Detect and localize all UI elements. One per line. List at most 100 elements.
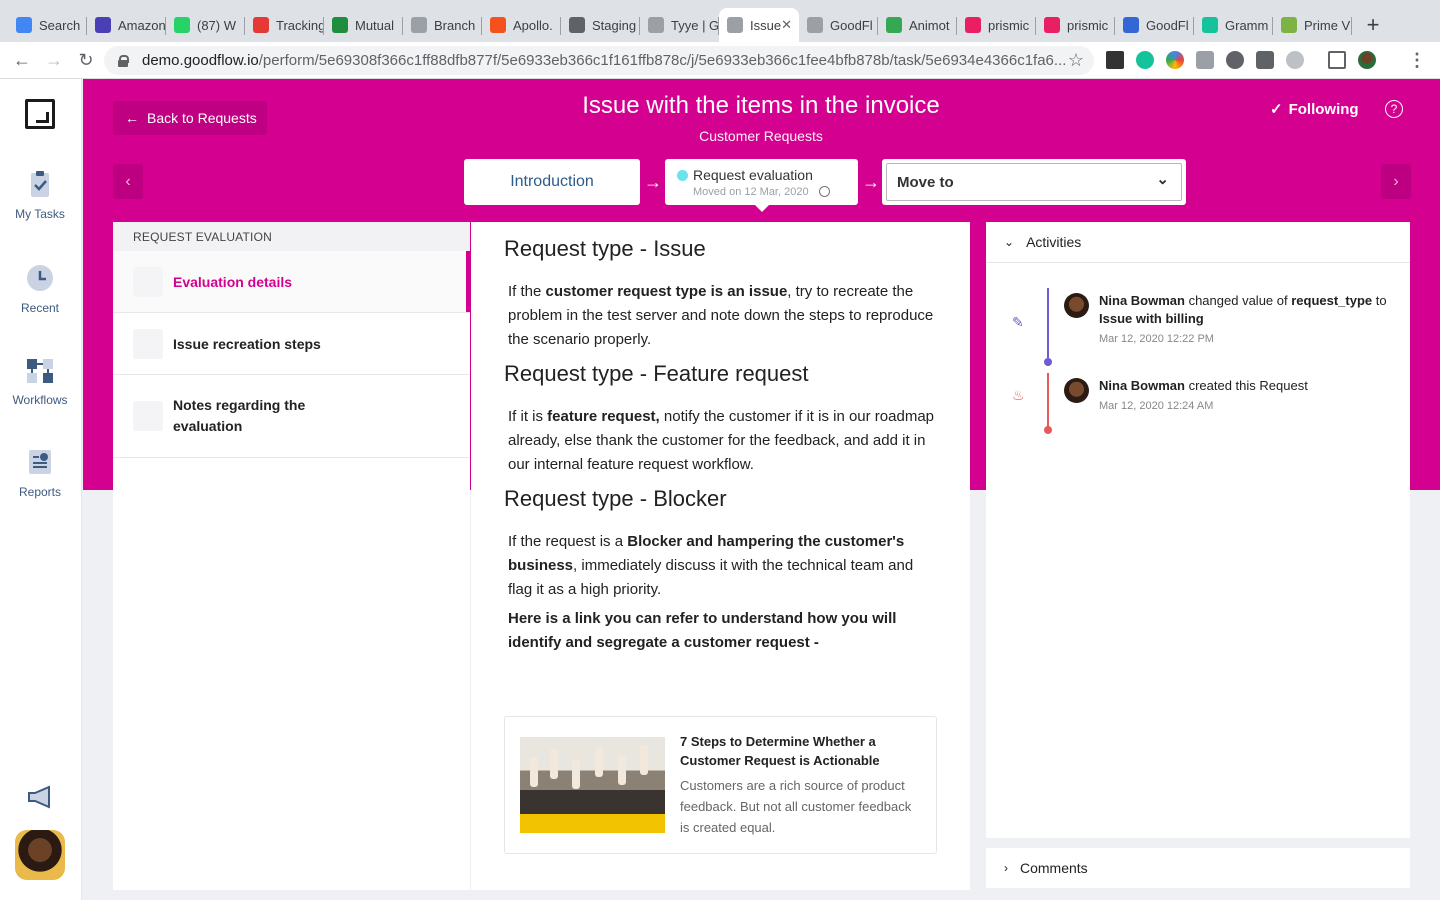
sidebar-item-label: My Tasks [15, 207, 65, 221]
following-label: Following [1288, 100, 1359, 118]
previous-stage-button[interactable]: ‹ [113, 164, 143, 199]
check-icon: ✓ [1270, 101, 1283, 118]
stage-current: Request evaluation Moved on 12 Mar, 2020 [665, 159, 858, 212]
browser-tab-strip: Search Amazon (87) W Tracking Mutual Branch Ap… [0, 0, 1440, 42]
reload-icon[interactable]: ↻ [70, 45, 102, 75]
timeline-dot [1044, 358, 1052, 366]
extension-icon[interactable] [1256, 51, 1274, 69]
browser-tab[interactable]: Staging [561, 8, 640, 42]
following-button[interactable]: ✓ Following [1270, 100, 1359, 119]
reading-list-icon[interactable] [1328, 51, 1346, 69]
browser-tab[interactable]: prismic [1036, 8, 1115, 42]
browser-tab[interactable]: Animot [878, 8, 957, 42]
step-checkbox[interactable] [133, 266, 163, 297]
extension-icon[interactable] [1196, 51, 1214, 69]
browser-tab[interactable]: Issue ✕ [719, 8, 799, 42]
extension-icon[interactable] [1286, 51, 1304, 69]
tab-favicon-icon [1123, 17, 1139, 33]
section-paragraph: Here is a link you can refer to understa… [508, 610, 897, 651]
profile-avatar-icon[interactable] [1358, 51, 1376, 69]
help-icon[interactable]: ? [1385, 100, 1403, 118]
step-notes-evaluation[interactable]: Notes regarding the evaluation [113, 375, 470, 458]
new-tab-button[interactable]: + [1358, 8, 1388, 42]
tab-title: prismic [988, 17, 1030, 33]
browser-tab[interactable]: Apollo. [482, 8, 561, 42]
sidebar-item-label: Reports [18, 485, 62, 499]
browser-tab[interactable]: Search [8, 8, 87, 42]
tab-title: Tyye | G [671, 17, 719, 33]
sidebar-item-reports[interactable]: Reports [0, 447, 80, 499]
back-arrow-icon[interactable]: ← [6, 45, 38, 75]
extension-icon[interactable] [1106, 51, 1124, 69]
browser-menu-icon[interactable]: ⋮ [1408, 50, 1426, 71]
megaphone-icon[interactable] [26, 785, 54, 809]
next-stage-button[interactable]: › [1381, 164, 1411, 199]
step-checkbox[interactable] [133, 328, 163, 359]
forward-arrow-icon[interactable]: → [38, 45, 70, 75]
step-label: Notes regarding the evaluation [173, 397, 306, 434]
stage-introduction[interactable]: Introduction [464, 159, 640, 205]
activities-header[interactable]: ⌄ Activities [986, 222, 1410, 263]
browser-tab[interactable]: Mutual [324, 8, 403, 42]
lock-icon [118, 54, 129, 67]
browser-tab[interactable]: Tyye | G [640, 8, 719, 42]
link-thumbnail-image [520, 737, 665, 833]
section-heading: Request type - Feature request [504, 361, 809, 386]
tab-title: Prime V [1304, 17, 1351, 33]
tab-favicon-icon [886, 17, 902, 33]
url-host: demo.goodflow.io [142, 52, 259, 69]
comments-panel[interactable]: › Comments [986, 848, 1410, 888]
workflow-icon [25, 355, 55, 385]
step-issue-recreation[interactable]: Issue recreation steps [113, 313, 470, 375]
tab-favicon-icon [1202, 17, 1218, 33]
tab-title: Branch [434, 17, 476, 33]
avatar [1064, 293, 1089, 318]
tab-title: Apollo. [513, 17, 553, 33]
step-evaluation-details[interactable]: Evaluation details [113, 251, 470, 313]
browser-tab[interactable]: Prime V [1273, 8, 1352, 42]
goodflow-logo[interactable] [25, 99, 55, 129]
activities-title: Activities [1026, 234, 1082, 250]
browser-tab[interactable]: prismic [957, 8, 1036, 42]
sidebar-item-label: Recent [20, 301, 60, 315]
activities-panel: ⌄ Activities ✎ Nina Bowman changed value… [986, 222, 1410, 838]
arrow-right-icon: → [862, 172, 880, 192]
tab-favicon-icon [490, 17, 506, 33]
extension-icon[interactable] [1166, 51, 1184, 69]
browser-tab[interactable]: Gramm [1194, 8, 1273, 42]
move-to-select[interactable]: Move to ⌄ [882, 159, 1186, 205]
tab-favicon-icon [411, 17, 427, 33]
tab-title: prismic [1067, 17, 1109, 33]
grammarly-icon[interactable] [1136, 51, 1154, 69]
sidebar-item-workflows[interactable]: Workflows [0, 355, 80, 407]
browser-tab[interactable]: Branch [403, 8, 482, 42]
bookmark-star-icon[interactable]: ☆ [1068, 50, 1084, 71]
pencil-icon: ✎ [1012, 314, 1024, 330]
sidebar-item-recent[interactable]: Recent [0, 263, 80, 315]
tab-favicon-icon [965, 17, 981, 33]
tab-title: Tracking [276, 17, 324, 33]
sidebar-item-my-tasks[interactable]: My Tasks [0, 169, 80, 221]
back-to-requests-button[interactable]: ← Back to Requests [113, 101, 267, 135]
user-avatar[interactable] [15, 830, 65, 880]
browser-tab[interactable]: Tracking [245, 8, 324, 42]
activity-timestamp: Mar 12, 2020 12:22 PM [1099, 333, 1214, 345]
activity-text: Nina Bowman created this Request [1099, 378, 1308, 393]
steps-header: REQUEST EVALUATION [113, 222, 470, 251]
tab-title: GoodFl [830, 17, 873, 33]
browser-tab[interactable]: (87) W [166, 8, 245, 42]
content-panel: Request type - Issue If the customer req… [471, 222, 970, 890]
address-bar[interactable]: demo.goodflow.io/perform/5e69308f366c1ff… [104, 46, 1094, 75]
browser-tab[interactable]: Amazon [87, 8, 166, 42]
activity-timestamp: Mar 12, 2020 12:24 AM [1099, 400, 1214, 412]
clock-icon [25, 263, 55, 293]
extension-icon[interactable] [1226, 51, 1244, 69]
tab-favicon-icon [253, 17, 269, 33]
browser-tab[interactable]: GoodFl [799, 8, 878, 42]
link-preview-card[interactable]: 7 Steps to Determine Whether a Customer … [504, 716, 937, 854]
sidebar-item-label: Workflows [12, 393, 68, 407]
browser-tab[interactable]: GoodFl [1115, 8, 1194, 42]
step-checkbox[interactable] [133, 401, 163, 431]
tab-list: Search Amazon (87) W Tracking Mutual Branch Ap… [8, 8, 1352, 42]
close-tab-icon[interactable]: ✕ [781, 17, 792, 33]
